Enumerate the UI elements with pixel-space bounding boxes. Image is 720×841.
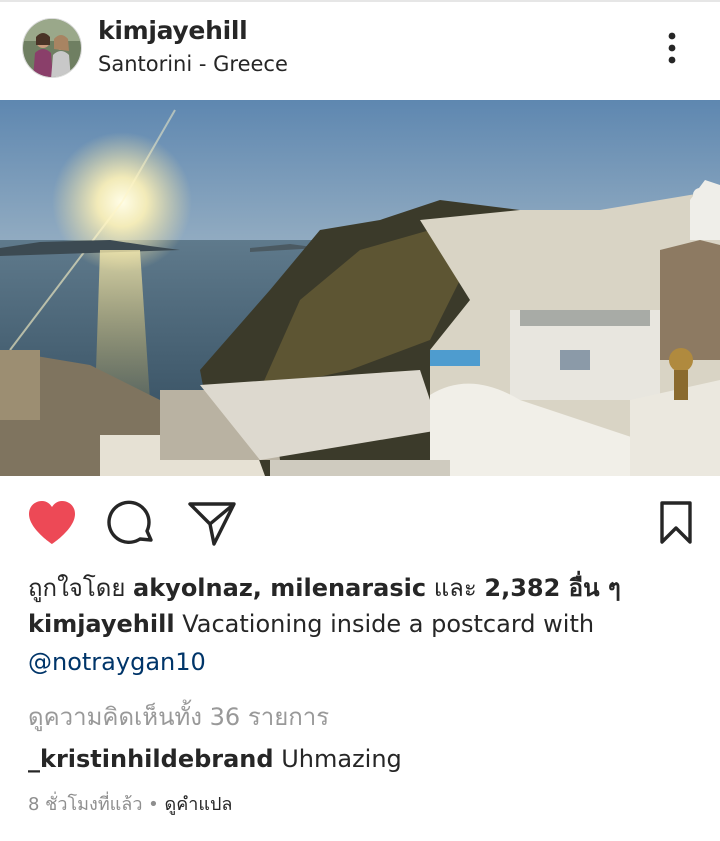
likes-and: และ bbox=[426, 574, 485, 602]
post-photo[interactable] bbox=[0, 100, 720, 476]
caption-text: Vacationing inside a postcard with bbox=[174, 610, 595, 638]
post-timestamp: 8 ชั่วโมงที่แล้ว bbox=[28, 794, 143, 815]
paper-plane-icon bbox=[188, 502, 236, 546]
caption-mention[interactable]: @notraygan10 bbox=[28, 648, 206, 676]
post-header: kimjayehill Santorini - Greece bbox=[0, 2, 720, 100]
comment-button[interactable] bbox=[106, 498, 158, 548]
translate-link[interactable]: ดูคำแปล bbox=[165, 794, 233, 815]
view-all-comments-link[interactable]: ดูความคิดเห็นทั้ง 36 รายการ bbox=[28, 697, 329, 736]
likes-prefix: ถูกใจโดย bbox=[28, 574, 134, 602]
share-button[interactable] bbox=[186, 498, 238, 548]
avatar[interactable] bbox=[22, 18, 82, 78]
like-button[interactable] bbox=[26, 498, 78, 548]
likes-line: ถูกใจโดย akyolnaz, milenarasic และ 2,382… bbox=[28, 568, 621, 607]
post-meta: 8 ชั่วโมงที่แล้ว • ดูคำแปล bbox=[28, 789, 232, 818]
heart-filled-icon bbox=[29, 501, 75, 544]
liker-username[interactable]: milenarasic bbox=[270, 574, 426, 602]
caption-username[interactable]: kimjayehill bbox=[28, 610, 175, 638]
more-options-button[interactable] bbox=[656, 28, 688, 68]
post-location[interactable]: Santorini - Greece bbox=[98, 52, 288, 76]
caption-line: kimjayehill Vacationing inside a postcar… bbox=[28, 610, 594, 638]
vertical-ellipsis-icon bbox=[668, 32, 676, 64]
comment-line: _kristinhildebrand Uhmazing bbox=[28, 745, 402, 773]
likes-others-link[interactable]: 2,382 อื่น ๆ bbox=[484, 574, 620, 602]
meta-dot: • bbox=[142, 794, 165, 815]
avatar-image bbox=[23, 19, 81, 77]
bookmark-icon bbox=[660, 501, 692, 544]
santorini-panorama-image bbox=[0, 100, 720, 476]
post-actions-bar bbox=[0, 476, 720, 568]
comment-text: Uhmazing bbox=[273, 745, 402, 773]
save-button[interactable] bbox=[650, 498, 702, 548]
likes-separator: , bbox=[252, 574, 271, 602]
comment-username[interactable]: _kristinhildebrand bbox=[28, 745, 274, 773]
liker-username[interactable]: akyolnaz bbox=[133, 574, 253, 602]
speech-bubble-icon bbox=[107, 500, 153, 544]
post-username[interactable]: kimjayehill bbox=[98, 16, 248, 45]
